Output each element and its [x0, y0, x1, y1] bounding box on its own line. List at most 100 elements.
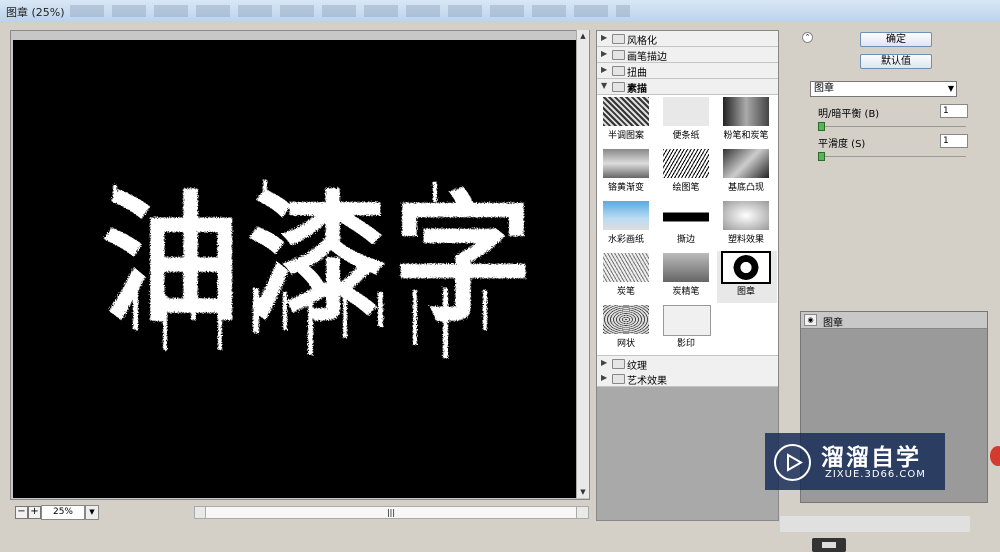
chevron-down-icon: ▼	[947, 84, 954, 93]
filter-preview-image	[663, 201, 709, 230]
param-value-field[interactable]: 1	[940, 134, 968, 148]
filter-label: 影印	[676, 339, 695, 349]
param-smoothness: 平滑度 (S) 1	[818, 134, 970, 169]
filter-thumb-graphic-pen[interactable]: 绘图笔	[657, 147, 717, 199]
category-label: 艺术效果	[627, 376, 667, 387]
filter-label: 绘图笔	[672, 183, 700, 193]
category-label: 纹理	[627, 361, 647, 372]
category-label: 素描	[627, 84, 647, 95]
folder-icon	[612, 66, 625, 76]
filter-label: 基底凸现	[727, 183, 764, 193]
category-distort[interactable]: ▶ 扭曲	[597, 63, 778, 79]
category-texture[interactable]: ▶ 纹理	[597, 355, 778, 372]
category-label: 扭曲	[627, 68, 647, 79]
horizontal-scroll-thumb[interactable]: |||	[205, 507, 577, 518]
filter-thumb-plaster[interactable]: 塑料效果	[717, 199, 777, 251]
filter-thumb-water-paper[interactable]: 水彩画纸	[597, 199, 657, 251]
filter-preview-image	[663, 97, 709, 126]
site-watermark: 溜溜自学 ZIXUE.3D66.COM	[765, 433, 945, 490]
filter-select[interactable]: 图章 ▼	[810, 81, 957, 97]
collapse-arrow-icon[interactable]: ▼	[601, 81, 607, 90]
eye-icon[interactable]: ◉	[804, 314, 817, 326]
filter-preview-image	[603, 253, 649, 282]
slider-handle[interactable]	[818, 152, 825, 161]
filter-thumb-stamp[interactable]: 图章	[717, 251, 777, 303]
filter-preview-image	[603, 149, 649, 178]
filter-preview-image	[723, 201, 769, 230]
play-logo-icon	[774, 444, 811, 481]
filter-label: 网状	[616, 339, 635, 349]
folder-icon	[612, 374, 625, 384]
zoom-dropdown-icon[interactable]: ▼	[85, 505, 99, 520]
filter-label: 撕边	[676, 235, 695, 245]
filter-thumb-note-paper[interactable]: 便条纸	[657, 95, 717, 147]
filter-label: 炭笔	[616, 287, 635, 297]
minimized-task-button[interactable]	[812, 538, 846, 552]
filter-thumb-charcoal[interactable]: 炭笔	[597, 251, 657, 303]
filter-thumb-conte-crayon[interactable]: 炭精笔	[657, 251, 717, 303]
filter-thumbnails: 半调图案 便条纸 粉笔和炭笔 铬黄渐变 绘图笔 基底凸现 水彩画纸 撕边 塑料效…	[597, 95, 778, 365]
filter-preview-image	[663, 149, 709, 178]
folder-icon	[612, 50, 625, 60]
folder-icon	[612, 34, 625, 44]
filter-preview-image	[603, 305, 649, 334]
watermark-url: ZIXUE.3D66.COM	[825, 469, 926, 480]
folder-icon	[612, 359, 625, 369]
filter-label: 塑料效果	[727, 235, 764, 245]
slider-track[interactable]	[818, 156, 966, 157]
category-label: 画笔描边	[627, 52, 667, 63]
preview-canvas[interactable]: 油漆字	[13, 40, 576, 498]
zoom-out-button[interactable]: −	[15, 506, 28, 519]
filter-thumb-reticulation[interactable]: 网状	[597, 303, 657, 355]
filter-select-value: 图章	[814, 83, 834, 94]
filter-thumb-photocopy[interactable]: 影印	[657, 303, 717, 355]
slider-handle[interactable]	[818, 122, 825, 131]
background-toolbar-ghost	[70, 5, 630, 17]
expand-arrow-icon[interactable]: ▶	[601, 373, 607, 382]
preview-vertical-scrollbar[interactable]: ▲ ▼	[576, 30, 589, 498]
effect-layer-row[interactable]: ◉ 图章	[801, 312, 987, 329]
category-brush-strokes[interactable]: ▶ 画笔描边	[597, 47, 778, 63]
filter-label: 半调图案	[607, 131, 644, 141]
category-label: 风格化	[627, 36, 657, 47]
layer-controls-strip	[780, 516, 970, 532]
expand-arrow-icon[interactable]: ▶	[601, 33, 607, 42]
drip-text-render: 油漆字	[101, 179, 533, 358]
scroll-down-icon[interactable]: ▼	[577, 486, 589, 498]
collapse-gallery-icon[interactable]: ⌃	[802, 32, 813, 43]
category-stylize[interactable]: ▶ 风格化	[597, 31, 778, 47]
filter-thumb-bas-relief[interactable]: 基底凸现	[717, 147, 777, 199]
ok-button[interactable]: 确定	[860, 32, 932, 47]
zoom-in-button[interactable]: +	[28, 506, 41, 519]
expand-arrow-icon[interactable]: ▶	[601, 49, 607, 58]
filter-label: 便条纸	[672, 131, 700, 141]
play-triangle-icon	[787, 453, 804, 472]
param-value-field[interactable]: 1	[940, 104, 968, 118]
expand-arrow-icon[interactable]: ▶	[601, 65, 607, 74]
default-button[interactable]: 默认值	[860, 54, 932, 69]
scroll-up-icon[interactable]: ▲	[577, 30, 589, 42]
filter-label: 炭精笔	[672, 287, 700, 297]
filter-label: 图章	[736, 287, 755, 297]
slider-track[interactable]	[818, 126, 966, 127]
title-bar: 图章 (25%)	[0, 0, 1000, 23]
filter-preview-image	[723, 149, 769, 178]
filter-thumb-chrome[interactable]: 铬黄渐变	[597, 147, 657, 199]
filter-thumb-torn-edges[interactable]: 撕边	[657, 199, 717, 251]
watermark-name: 溜溜自学	[821, 445, 921, 471]
filter-thumb-chalk-charcoal[interactable]: 粉笔和炭笔	[717, 95, 777, 147]
filter-preview-image	[603, 97, 649, 126]
filter-preview-image	[603, 201, 649, 230]
expand-arrow-icon[interactable]: ▶	[601, 358, 607, 367]
filter-preview-image	[721, 251, 771, 284]
window-title: 图章 (25%)	[6, 6, 65, 19]
zoom-level-field[interactable]: 25%	[41, 505, 85, 520]
preview-bottom-bar: − + 25% ▼ |||	[12, 504, 589, 521]
window-icon	[822, 542, 836, 548]
category-artistic[interactable]: ▶ 艺术效果	[597, 371, 778, 387]
param-label: 平滑度 (S)	[818, 139, 866, 150]
preview-horizontal-scrollbar[interactable]: |||	[194, 506, 589, 519]
filter-thumb-halftone[interactable]: 半调图案	[597, 95, 657, 147]
filter-label: 水彩画纸	[607, 235, 644, 245]
category-sketch[interactable]: ▼ 素描	[597, 79, 778, 95]
